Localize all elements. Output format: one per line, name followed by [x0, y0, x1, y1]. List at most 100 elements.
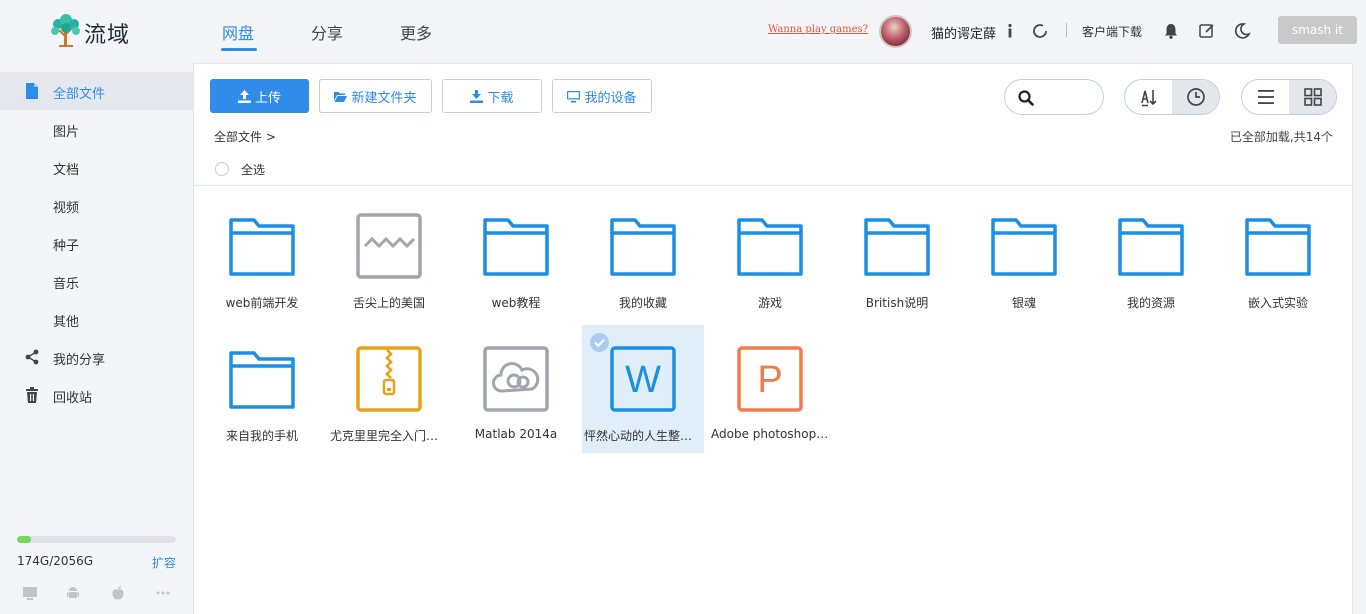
view-toggle-group — [1241, 79, 1337, 115]
sidebar-item-label: 回收站 — [53, 391, 93, 406]
tab-more[interactable]: 更多 — [400, 20, 432, 44]
clock-icon — [1186, 88, 1205, 106]
trash-icon — [26, 387, 38, 403]
file-name: Matlab 2014a — [474, 427, 558, 441]
list-view-icon — [1257, 90, 1274, 104]
file-name: 尤克里里完全入门手册 — [330, 429, 450, 443]
file-name: 银魂 — [1011, 296, 1036, 310]
zip-file-icon — [355, 345, 423, 413]
username[interactable]: 猫的谔定薛 — [931, 23, 996, 42]
folder-icon — [1117, 212, 1185, 280]
my-devices-button[interactable]: 我的设备 — [552, 79, 652, 113]
sidebar-item-label: 视频 — [53, 201, 80, 216]
folder-icon — [736, 212, 804, 280]
sidebar-item-torrents[interactable]: 种子 — [0, 224, 193, 262]
tab-netdisk[interactable]: 网盘 — [222, 20, 254, 44]
folder-icon — [609, 212, 677, 280]
search-icon — [1018, 90, 1034, 106]
file-name: Adobe photoshop ... — [711, 427, 831, 441]
grid-view-button[interactable] — [1289, 80, 1336, 114]
sidebar-item-label: 音乐 — [53, 277, 80, 292]
tree-logo-icon[interactable] — [48, 14, 84, 48]
file-item[interactable]: 我的收藏 — [582, 192, 704, 320]
file-item[interactable]: P Adobe photoshop ... — [709, 325, 831, 453]
select-all-checkbox[interactable] — [215, 162, 229, 176]
download-button[interactable]: 下载 — [442, 79, 542, 113]
folder-icon — [990, 212, 1058, 280]
info-icon[interactable] — [1001, 22, 1019, 40]
file-item[interactable]: Matlab 2014a — [455, 325, 577, 453]
more-icon[interactable] — [155, 585, 171, 601]
sidebar-item-other[interactable]: 其他 — [0, 300, 193, 338]
file-item[interactable]: 嵌入式实验 — [1217, 192, 1339, 320]
file-item[interactable]: 银魂 — [963, 192, 1085, 320]
apple-icon[interactable] — [110, 585, 126, 601]
desktop-icon[interactable] — [22, 585, 38, 601]
sidebar: 全部文件 图片 文档 视频 种子 音乐 其他 我的分享 回收站 174G/205… — [0, 62, 193, 614]
top-header: 流域 网盘 分享 更多 Wanna play games? 猫的谔定薛 客户端下… — [0, 0, 1366, 62]
sidebar-item-documents[interactable]: 文档 — [0, 148, 193, 186]
svg-text:W: W — [625, 359, 661, 401]
cloud-file-icon — [482, 345, 550, 413]
selected-check-icon[interactable] — [590, 333, 609, 352]
breadcrumb[interactable]: 全部文件 > — [214, 128, 276, 145]
sidebar-item-label: 我的分享 — [53, 353, 106, 368]
upload-button[interactable]: 上传 — [210, 79, 309, 113]
moon-icon[interactable] — [1233, 22, 1251, 40]
select-all-label[interactable]: 全选 — [241, 161, 265, 178]
image-file-icon — [355, 212, 423, 280]
list-view-button[interactable] — [1242, 80, 1289, 114]
search-input[interactable] — [1004, 79, 1104, 115]
sort-az-icon — [1140, 90, 1157, 107]
upload-icon — [237, 89, 251, 103]
android-icon[interactable] — [65, 585, 81, 601]
folder-icon — [482, 212, 550, 280]
active-tab-underline — [221, 48, 257, 51]
refresh-icon[interactable] — [1031, 22, 1049, 40]
sort-by-time-button[interactable] — [1172, 80, 1219, 114]
file-name: 嵌入式实验 — [1247, 296, 1308, 310]
expand-storage-link[interactable]: 扩容 — [152, 554, 176, 571]
bell-icon[interactable] — [1162, 22, 1180, 40]
sidebar-item-my-shares[interactable]: 我的分享 — [0, 338, 193, 376]
folder-open-icon — [334, 91, 348, 102]
folder-icon — [863, 212, 931, 280]
file-icon — [26, 83, 38, 99]
file-item[interactable]: 我的资源 — [1090, 192, 1212, 320]
loaded-count-text: 已全部加载,共14个 — [1229, 130, 1333, 144]
file-item[interactable]: British说明 — [836, 192, 958, 320]
avatar[interactable] — [879, 15, 912, 48]
sort-az-button[interactable] — [1125, 80, 1172, 114]
new-folder-button[interactable]: 新建文件夹 — [319, 79, 432, 113]
file-item[interactable]: W 怦然心动的人生整理... — [582, 325, 704, 453]
file-name: web教程 — [491, 296, 541, 310]
logo-text[interactable]: 流域 — [84, 17, 130, 49]
sidebar-item-label: 图片 — [53, 125, 80, 140]
grid-view-icon — [1303, 88, 1322, 106]
sidebar-item-all-files[interactable]: 全部文件 — [0, 72, 193, 110]
sidebar-item-videos[interactable]: 视频 — [0, 186, 193, 224]
sidebar-item-music[interactable]: 音乐 — [0, 262, 193, 300]
file-item[interactable]: 尤克里里完全入门手册 — [328, 325, 450, 453]
file-item[interactable]: 舌尖上的美国 — [328, 192, 450, 320]
edit-icon[interactable] — [1198, 22, 1216, 40]
file-item[interactable]: 来自我的手机 — [201, 325, 323, 453]
header-divider-line — [194, 185, 1352, 186]
download-label: 下载 — [487, 90, 514, 106]
storage-usage-text: 174G/2056G — [17, 554, 94, 568]
word-doc-icon: W — [609, 345, 677, 413]
tab-share[interactable]: 分享 — [311, 20, 343, 44]
file-item[interactable]: web教程 — [455, 192, 577, 320]
file-item[interactable]: web前端开发 — [201, 192, 323, 320]
storage-progress-fill — [17, 536, 31, 543]
new-folder-label: 新建文件夹 — [351, 90, 417, 106]
smash-it-button[interactable]: smash it — [1278, 16, 1357, 44]
sidebar-item-label: 全部文件 — [53, 87, 106, 102]
sidebar-item-recycle-bin[interactable]: 回收站 — [0, 376, 193, 414]
file-item[interactable]: 游戏 — [709, 192, 831, 320]
games-link[interactable]: Wanna play games? — [768, 24, 868, 35]
folder-icon — [1244, 212, 1312, 280]
file-name: 我的收藏 — [618, 296, 667, 310]
sidebar-item-images[interactable]: 图片 — [0, 110, 193, 148]
client-download-link[interactable]: 客户端下载 — [1082, 23, 1142, 40]
